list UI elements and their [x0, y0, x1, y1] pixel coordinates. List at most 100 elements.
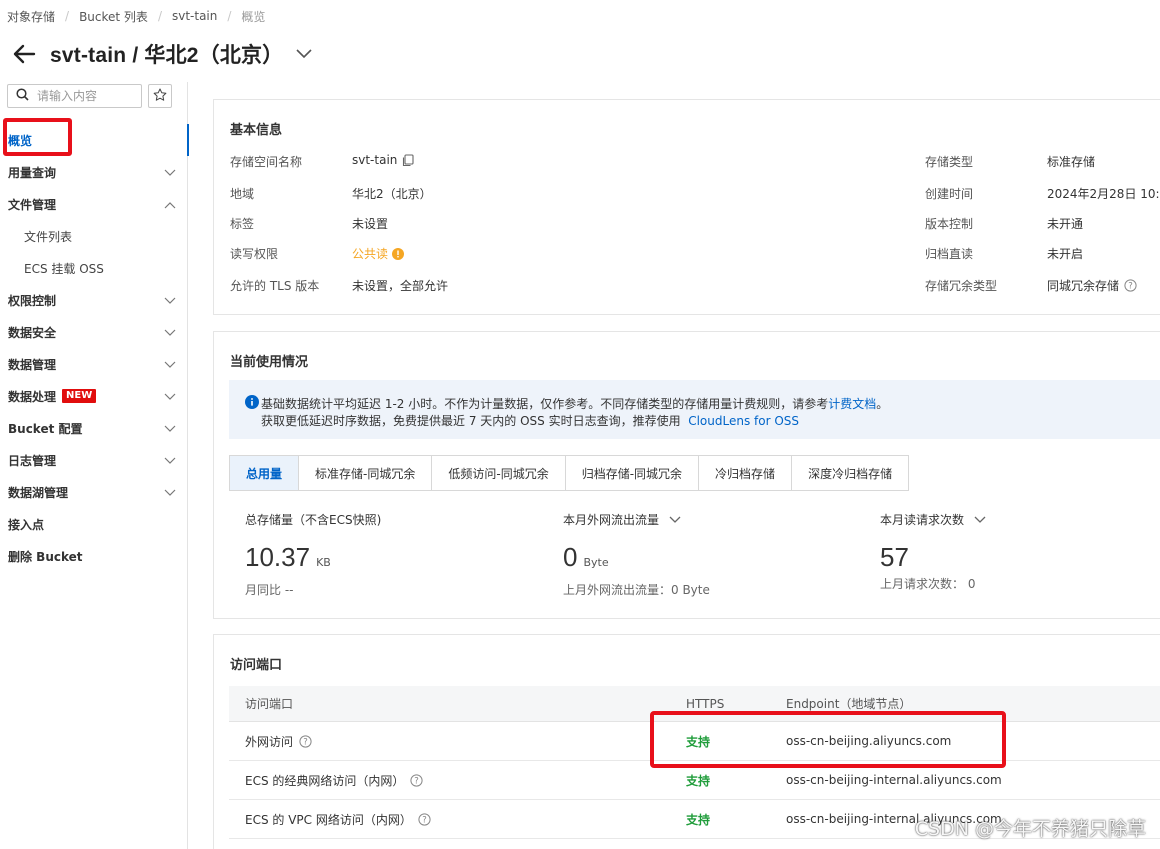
breadcrumb-oss[interactable]: 对象存储: [7, 8, 55, 25]
endpoint-value[interactable]: oss-cn-beijing-internal.aliyuncs.com: [786, 761, 1002, 799]
sidebar-item-label: 数据处理: [8, 389, 57, 404]
info-value-text: 未开通: [1047, 217, 1084, 231]
help-icon[interactable]: ?: [1124, 279, 1137, 292]
breadcrumb-bucket[interactable]: svt-tain: [172, 9, 217, 23]
breadcrumb-separator: /: [157, 9, 162, 23]
breadcrumb-separator: /: [227, 9, 232, 23]
endpoint-name: ECS 的 VPC 网络访问（内网）?: [245, 800, 431, 838]
info-value: 2024年2月28日 10:44: [1047, 185, 1160, 202]
usage-tabs: 总用量 标准存储-同城冗余 低频访问-同城冗余 归档存储-同城冗余 冷归档存储 深度冷归档…: [229, 455, 910, 491]
sidebar-item-label: ECS 挂载 OSS: [24, 261, 104, 276]
info-label: 存储空间名称: [230, 153, 302, 169]
basic-info-title: 基本信息: [230, 123, 283, 138]
sidebar-item[interactable]: 文件列表: [0, 220, 188, 252]
sidebar-item-label: 文件列表: [24, 229, 73, 244]
svg-text:?: ?: [1128, 282, 1133, 292]
info-label-text: 地域: [230, 186, 255, 201]
sidebar-item[interactable]: 接入点: [0, 508, 188, 540]
info-label-text: 存储空间名称: [230, 154, 303, 169]
help-icon[interactable]: ?: [418, 812, 431, 826]
back-arrow-icon[interactable]: [10, 40, 38, 68]
sidebar-item[interactable]: 数据管理: [0, 348, 188, 380]
info-label: 归档直读: [925, 245, 973, 261]
sidebar-item[interactable]: 用量查询: [0, 156, 188, 188]
table-row: ECS 的经典网络访问（内网）? 支持 oss-cn-beijing-interna…: [229, 761, 1160, 800]
sidebar-item[interactable]: 权限控制: [0, 284, 188, 316]
usage-tab[interactable]: 总用量: [230, 456, 300, 490]
sidebar-item[interactable]: 删除 Bucket: [0, 540, 188, 572]
sidebar-item[interactable]: 文件管理: [0, 188, 188, 220]
https-status: 支持: [686, 773, 711, 788]
search-input[interactable]: [37, 89, 137, 103]
usage-tab[interactable]: 标准存储-同城冗余: [299, 456, 433, 490]
stat-label-row[interactable]: 本月外网流出流量: [563, 511, 710, 528]
https-status: 支持: [686, 812, 711, 827]
info-label-text: 版本控制: [925, 216, 974, 231]
sidebar-item[interactable]: 数据湖管理: [0, 476, 188, 508]
info-label-text: 存储类型: [925, 154, 974, 169]
info-value-text: 公共读: [352, 247, 389, 261]
info-value-text: 华北2（北京）: [352, 187, 432, 201]
usage-tab[interactable]: 冷归档存储: [699, 456, 793, 490]
sidebar-item-label: 接入点: [8, 517, 45, 532]
basic-info-panel: 基本信息 存储空间名称 svt-tain 地域 华北2（北京） 标签 未设置 读写权限 公共读…: [213, 99, 1160, 315]
chevron-down-icon: [164, 358, 176, 370]
stat-label: 本月读请求次数: [880, 513, 965, 527]
chevron-down-icon[interactable]: [974, 516, 986, 524]
help-icon[interactable]: ?: [410, 773, 424, 787]
sidebar-item[interactable]: 数据处理 NEW: [0, 380, 188, 412]
sidebar-item[interactable]: ECS 挂载 OSS: [0, 252, 188, 284]
info-value-text: 标准存储: [1047, 155, 1096, 169]
stat-label: 总存储量（不含ECS快照): [245, 513, 382, 527]
usage-tab[interactable]: 深度冷归档存储: [792, 456, 909, 490]
info-label-text: 归档直读: [925, 246, 974, 261]
stat-total-storage: 总存储量（不含ECS快照) 10.37 KB 月同比 --: [245, 511, 381, 598]
endpoint-name: ECS 的经典网络访问（内网）?: [245, 761, 424, 799]
sidebar-item-label: 文件管理: [8, 197, 57, 212]
info-label-text: 存储冗余类型: [925, 278, 998, 293]
chevron-down-icon: [164, 294, 176, 306]
info-label: 版本控制: [925, 215, 973, 231]
sidebar-item[interactable]: Bucket 配置: [0, 412, 188, 444]
stat-value: 0: [563, 542, 578, 572]
info-value: 公共读: [352, 245, 405, 262]
sidebar: 概览用量查询文件管理文件列表 ECS 挂载 OSS 权限控制数据安全数据管理数据处理…: [0, 82, 189, 849]
copy-icon[interactable]: [402, 153, 414, 167]
cloudlens-link[interactable]: CloudLens for OSS: [688, 414, 799, 428]
column-header: 访问端口: [245, 697, 294, 711]
breadcrumb-current: 概览: [241, 9, 266, 24]
info-value: 标准存储: [1047, 153, 1095, 170]
breadcrumb-bucket-list[interactable]: Bucket 列表: [79, 8, 148, 25]
endpoint-name-text: ECS 的经典网络访问（内网）: [245, 773, 405, 788]
chevron-down-icon[interactable]: [669, 516, 681, 524]
sidebar-item[interactable]: 数据安全: [0, 316, 188, 348]
info-value: 未设置，全部允许: [352, 277, 448, 294]
chevron-down-icon: [164, 166, 176, 178]
help-icon[interactable]: ?: [299, 734, 312, 748]
usage-tab[interactable]: 归档存储-同城冗余: [565, 456, 700, 490]
info-label: 标签: [230, 215, 254, 231]
chevron-up-icon: [164, 198, 176, 210]
info-value: 同城冗余存储?: [1047, 277, 1137, 294]
sidebar-item-label: 概览: [8, 133, 33, 148]
sidebar-item[interactable]: 日志管理: [0, 444, 188, 476]
stat-unit: KB: [316, 556, 331, 569]
new-badge: NEW: [62, 389, 97, 403]
stat-label-row[interactable]: 本月读请求次数: [880, 511, 986, 528]
notice-line-2: 获取更低延迟时序数据，免费提供最近 7 天内的 OSS 实时日志查询，推荐使用 …: [261, 412, 799, 429]
billing-doc-link[interactable]: 计费文档: [828, 397, 876, 411]
favorite-button[interactable]: [148, 84, 172, 108]
column-header: Endpoint（地域节点）: [786, 697, 912, 711]
endpoint-value[interactable]: oss-cn-beijing.aliyuncs.com: [786, 722, 951, 760]
info-label: 读写权限: [230, 245, 278, 261]
chevron-down-icon[interactable]: [295, 45, 313, 63]
info-value: 华北2（北京）: [352, 185, 432, 202]
usage-tab[interactable]: 低频访问-同城冗余: [432, 456, 566, 490]
info-value-text: 同城冗余存储: [1047, 279, 1120, 293]
breadcrumb-separator: /: [65, 9, 70, 23]
info-label-text: 标签: [230, 216, 255, 231]
info-value-text: svt-tain: [352, 153, 398, 167]
sidebar-search[interactable]: [7, 84, 142, 108]
table-row: 外网访问? 支持 oss-cn-beijing.aliyuncs.com: [229, 722, 1160, 761]
sidebar-item[interactable]: 概览: [0, 124, 189, 156]
